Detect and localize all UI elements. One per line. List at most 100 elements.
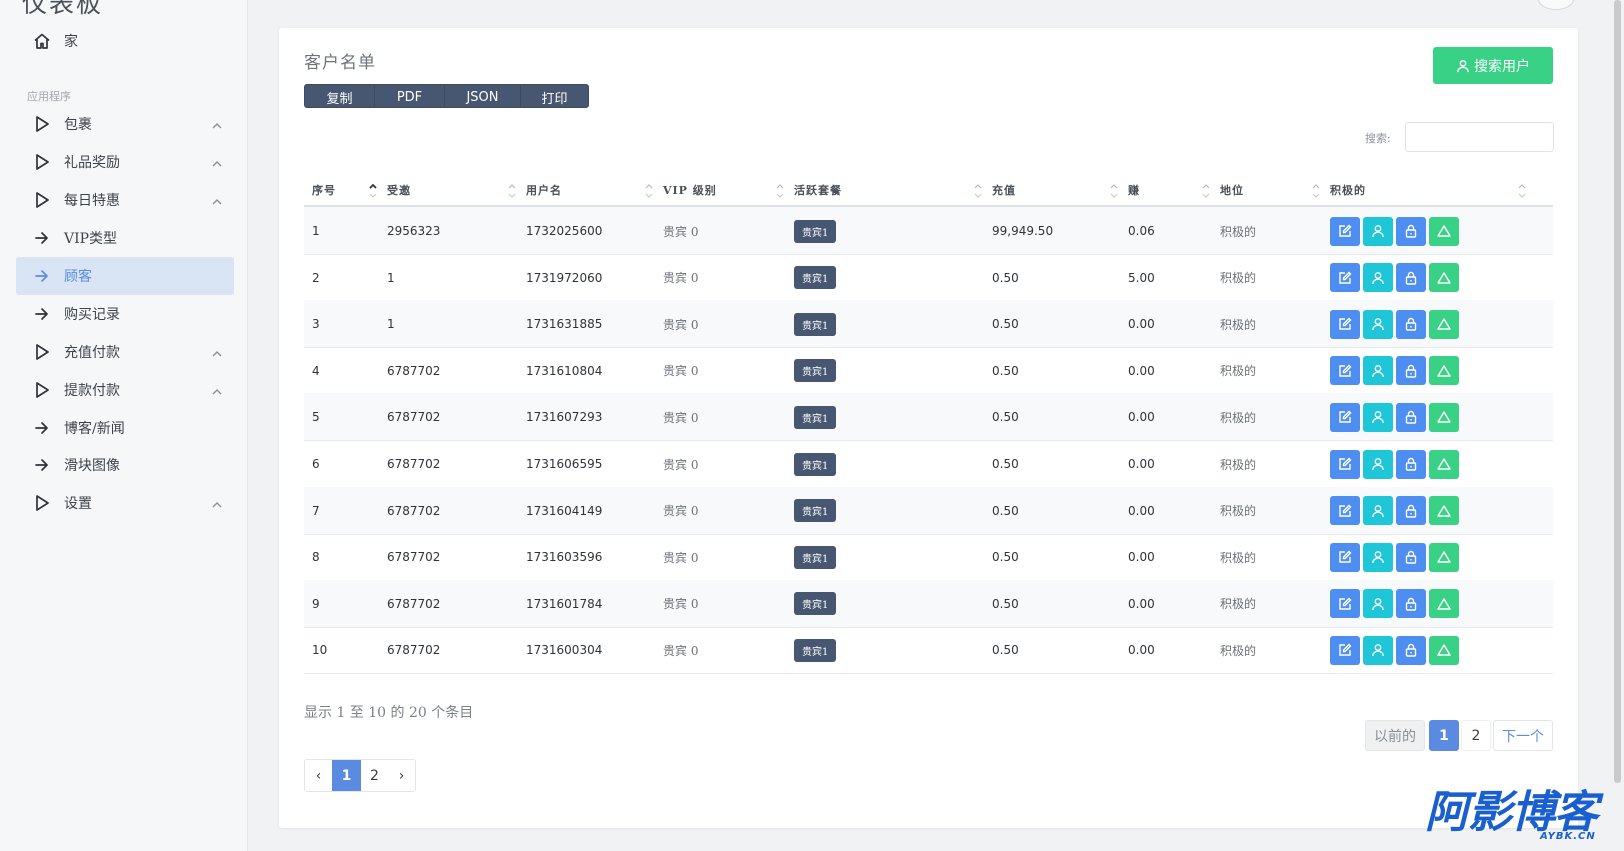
sidebar-item-11[interactable]: 设置 <box>16 484 234 522</box>
lock-icon <box>1404 504 1418 518</box>
cell-row-index: 2 <box>312 270 320 285</box>
table-row: 1 2956323 1732025600 贵宾 0 贵宾1 99,949.50 0.06 积极… <box>304 207 1553 255</box>
pdf-button[interactable]: PDF <box>375 85 445 107</box>
sidebar-item-5[interactable]: 顾客 <box>16 257 234 295</box>
edit-button[interactable] <box>1330 216 1360 246</box>
sidebar-item-1[interactable]: 包裹 <box>16 105 234 143</box>
edit-button[interactable] <box>1330 635 1360 665</box>
lock-button[interactable] <box>1396 542 1426 572</box>
view-user-button[interactable] <box>1363 216 1393 246</box>
view-user-button[interactable] <box>1363 589 1393 619</box>
upgrade-button[interactable] <box>1429 263 1459 293</box>
sidebar-item-8[interactable]: 提款付款 <box>16 371 234 409</box>
sidebar-item-0[interactable]: 家 <box>16 22 234 60</box>
sidebar-item-3[interactable]: 每日特惠 <box>16 181 234 219</box>
user-icon <box>1371 224 1385 238</box>
view-user-button[interactable] <box>1363 542 1393 572</box>
cell-vip-level: 贵宾 0 <box>663 457 699 472</box>
copy-button[interactable]: 复制 <box>305 85 375 107</box>
sidebar-item-10[interactable]: 滑块图像 <box>16 446 234 484</box>
upgrade-button[interactable] <box>1429 449 1459 479</box>
sidebar-item-2[interactable]: 礼品奖励 <box>16 143 234 181</box>
lock-button[interactable] <box>1396 356 1426 386</box>
cell-vip-level: 贵宾 0 <box>663 317 699 332</box>
sidebar-item-9[interactable]: 博客/新闻 <box>16 409 234 447</box>
play-icon <box>20 381 64 399</box>
edit-button[interactable] <box>1330 542 1360 572</box>
scrollbar-thumb[interactable] <box>1614 0 1621 783</box>
search-input[interactable] <box>1405 122 1554 152</box>
column-header-3[interactable]: VIP 级别 <box>663 173 794 207</box>
pagination-compact-next[interactable]: › <box>388 760 415 791</box>
user-icon <box>1457 59 1469 72</box>
lock-button[interactable] <box>1396 216 1426 246</box>
pagination-compact-page-2[interactable]: 2 <box>361 760 388 791</box>
view-user-button[interactable] <box>1363 309 1393 339</box>
edit-button[interactable] <box>1330 356 1360 386</box>
view-user-button[interactable] <box>1363 402 1393 432</box>
lock-button[interactable] <box>1396 496 1426 526</box>
cell-row-index: 10 <box>312 643 328 658</box>
column-header-6[interactable]: 赚 <box>1128 173 1220 207</box>
sidebar-item-4[interactable]: VIP类型 <box>16 219 234 257</box>
lock-button[interactable] <box>1396 263 1426 293</box>
upgrade-button[interactable] <box>1429 402 1459 432</box>
play-icon <box>20 115 64 133</box>
cell-earned: 0.00 <box>1128 410 1155 425</box>
edit-button[interactable] <box>1330 402 1360 432</box>
pagination-next-button[interactable]: 下一个 <box>1493 720 1553 751</box>
upgrade-button[interactable] <box>1429 309 1459 339</box>
cell-invited-by: 6787702 <box>387 643 441 658</box>
lock-button[interactable] <box>1396 635 1426 665</box>
edit-button[interactable] <box>1330 263 1360 293</box>
upgrade-button[interactable] <box>1429 542 1459 572</box>
sidebar-section-label: 应用程序 <box>27 90 71 103</box>
upgrade-button[interactable] <box>1429 216 1459 246</box>
pagination-page-1[interactable]: 1 <box>1429 720 1459 751</box>
view-user-button[interactable] <box>1363 635 1393 665</box>
sidebar-item-7[interactable]: 充值付款 <box>16 333 234 371</box>
lock-button[interactable] <box>1396 589 1426 619</box>
upgrade-button[interactable] <box>1429 635 1459 665</box>
print-button[interactable]: 打印 <box>521 85 588 107</box>
cell-actions <box>1330 487 1459 535</box>
json-button[interactable]: JSON <box>445 85 521 107</box>
column-header-7[interactable]: 地位 <box>1220 173 1330 207</box>
pagination-compact-page-1[interactable]: 1 <box>332 760 361 791</box>
pagination-prev-button[interactable]: 以前的 <box>1365 720 1425 751</box>
table-row: 10 6787702 1731600304 贵宾 0 贵宾1 0.50 0.00 积极的 <box>304 626 1553 675</box>
package-badge: 贵宾1 <box>794 219 837 243</box>
edit-button[interactable] <box>1330 496 1360 526</box>
chevron-up-icon <box>212 384 222 399</box>
column-header-1[interactable]: 受邀 <box>387 173 526 207</box>
view-user-button[interactable] <box>1363 263 1393 293</box>
pagination-page-2[interactable]: 2 <box>1461 720 1491 751</box>
lock-button[interactable] <box>1396 309 1426 339</box>
upgrade-button[interactable] <box>1429 356 1459 386</box>
sidebar-item-label: 滑块图像 <box>64 458 120 474</box>
cell-vip-level: 贵宾 0 <box>663 643 699 658</box>
column-header-4[interactable]: 活跃套餐 <box>794 173 992 207</box>
column-header-2[interactable]: 用户名 <box>526 173 663 207</box>
upgrade-button[interactable] <box>1429 589 1459 619</box>
edit-button[interactable] <box>1330 589 1360 619</box>
cell-active-package: 贵宾1 <box>794 626 837 674</box>
view-user-button[interactable] <box>1363 356 1393 386</box>
column-header-5[interactable]: 充值 <box>992 173 1128 207</box>
edit-button[interactable] <box>1330 449 1360 479</box>
view-user-button[interactable] <box>1363 449 1393 479</box>
user-avatar[interactable] <box>1538 0 1574 10</box>
pagination-compact-prev[interactable]: ‹ <box>305 760 332 791</box>
triangle-up-icon <box>1437 550 1451 564</box>
cell-recharge: 0.50 <box>992 503 1019 518</box>
lock-button[interactable] <box>1396 449 1426 479</box>
upgrade-button[interactable] <box>1429 496 1459 526</box>
view-user-button[interactable] <box>1363 496 1393 526</box>
search-user-button[interactable]: 搜索用户 <box>1433 47 1553 84</box>
lock-button[interactable] <box>1396 402 1426 432</box>
home-icon <box>20 32 64 50</box>
sidebar-item-6[interactable]: 购买记录 <box>16 295 234 333</box>
column-header-0[interactable]: 序号 <box>312 173 387 207</box>
edit-button[interactable] <box>1330 309 1360 339</box>
column-header-8[interactable]: 积极的 <box>1330 173 1536 207</box>
